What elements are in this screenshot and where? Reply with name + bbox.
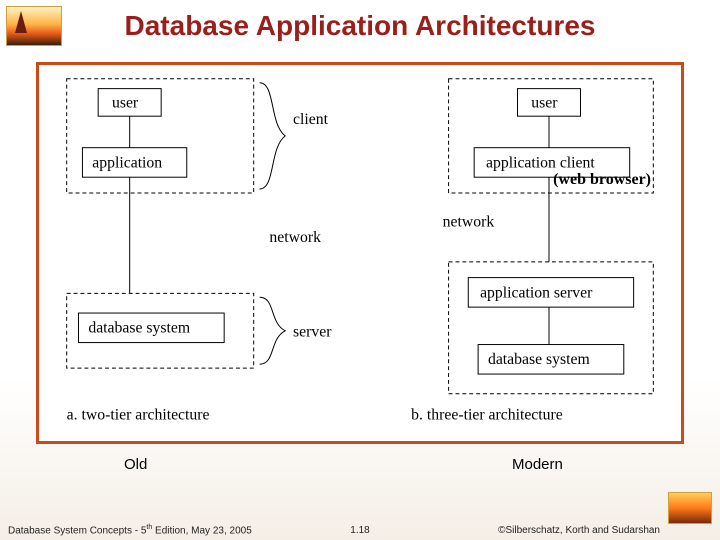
app-server-label: application server bbox=[480, 284, 593, 301]
caption-old: Old bbox=[124, 456, 147, 473]
app-client-label: application client bbox=[486, 154, 595, 171]
web-browser-annotation: (web browser) bbox=[553, 171, 651, 189]
two-tier-db-label: database system bbox=[88, 320, 190, 337]
footer-page-number: 1.18 bbox=[350, 525, 369, 536]
slide-title: Database Application Architectures bbox=[0, 10, 720, 42]
server-brace-label: server bbox=[293, 324, 332, 341]
two-tier-caption: a. two-tier architecture bbox=[67, 406, 210, 423]
logo-bottom-right-icon bbox=[668, 492, 712, 524]
three-tier-user-label: user bbox=[531, 94, 558, 111]
footer-left: Database System Concepts - 5th Edition, … bbox=[8, 524, 252, 536]
three-tier-caption: b. three-tier architecture bbox=[411, 406, 563, 423]
client-brace-label: client bbox=[293, 111, 329, 128]
two-tier-user-label: user bbox=[112, 94, 139, 111]
footer-copyright: ©Silberschatz, Korth and Sudarshan bbox=[498, 525, 660, 536]
network-label: network bbox=[269, 229, 321, 246]
diagram-frame: user application client network database… bbox=[36, 62, 684, 444]
three-tier-db-label: database system bbox=[488, 351, 590, 368]
two-tier-application-label: application bbox=[92, 154, 162, 171]
three-tier-network-label: network bbox=[443, 213, 495, 230]
footer-left-suffix: Edition, May 23, 2005 bbox=[152, 525, 252, 536]
footer-left-prefix: Database System Concepts - 5 bbox=[8, 525, 146, 536]
caption-modern: Modern bbox=[512, 456, 563, 473]
architecture-diagram: user application client network database… bbox=[39, 65, 681, 441]
